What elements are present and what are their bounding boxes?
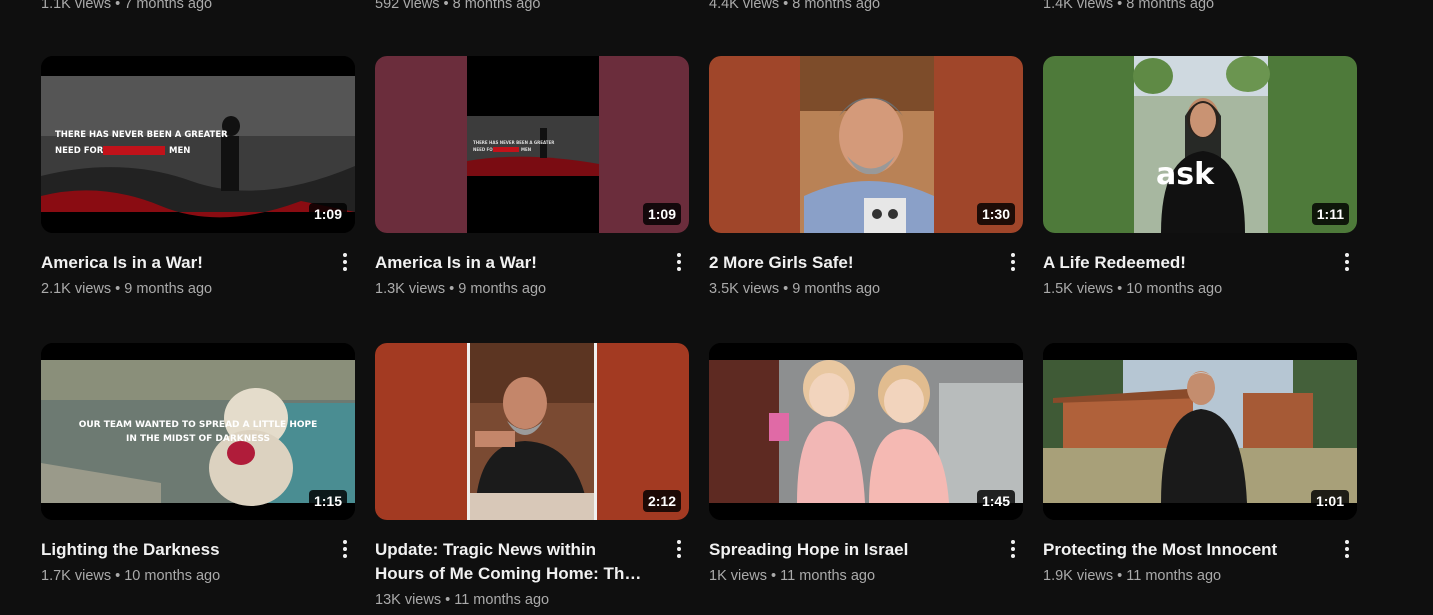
video-thumbnail[interactable]: THERE HAS NEVER BEEN A GREATER NEED FOR …: [375, 56, 689, 233]
video-meta: 1.4K views • 8 months ago: [1043, 0, 1215, 12]
video-card[interactable]: THERE HAS NEVER BEEN A GREATER NEED FOR …: [375, 56, 691, 297]
video-title[interactable]: America Is in a War!: [375, 251, 645, 275]
thumbnail-caption: MEN: [521, 147, 531, 152]
thumbnail-image: THERE HAS NEVER BEEN A GREATER NEED FOR …: [41, 56, 355, 233]
video-title[interactable]: Protecting the Most Innocent: [1043, 538, 1313, 562]
video-meta: 1K views • 11 months ago: [709, 568, 876, 584]
more-vert-icon[interactable]: [333, 250, 357, 274]
video-thumbnail[interactable]: THERE HAS NEVER BEEN A GREATER NEED FOR …: [41, 56, 355, 233]
thumbnail-caption: MEN: [169, 146, 190, 156]
thumbnail-image: ask: [1043, 56, 1357, 233]
duration-badge: 1:30: [976, 203, 1015, 225]
thumbnail-image: [375, 343, 689, 520]
video-meta: 1.5K views • 10 months ago: [1043, 281, 1223, 297]
thumbnail-caption: IN THE MIDST OF DARKNESS: [126, 434, 270, 444]
duration-badge: 2:12: [642, 490, 681, 512]
video-grid-page: 1.1K views • 7 months ago 592 views • 8 …: [0, 0, 1433, 615]
video-card[interactable]: ask 1:11 A Life Redeemed! 1.5K views • 1…: [1043, 56, 1359, 297]
video-title[interactable]: A Life Redeemed!: [1043, 251, 1313, 275]
video-meta: 2.1K views • 9 months ago: [41, 281, 213, 297]
thumbnail-image: [709, 343, 1023, 520]
thumbnail-caption: NEED FOR: [55, 146, 104, 156]
video-meta: 1.9K views • 11 months ago: [1043, 568, 1222, 584]
video-title[interactable]: Spreading Hope in Israel: [709, 538, 979, 562]
video-card[interactable]: 1:45 Spreading Hope in Israel 1K views •…: [709, 343, 1025, 584]
video-card[interactable]: OUR TEAM WANTED TO SPREAD A LITTLE HOPE …: [41, 343, 357, 584]
more-vert-icon[interactable]: [667, 250, 691, 274]
video-meta: 1.3K views • 9 months ago: [375, 281, 547, 297]
video-meta: 13K views • 11 months ago: [375, 592, 550, 608]
video-card[interactable]: 2:12 Update: Tragic News within Hours of…: [375, 343, 691, 608]
video-meta: 4.4K views • 8 months ago: [709, 0, 881, 12]
more-vert-icon[interactable]: [1335, 250, 1359, 274]
thumbnail-caption: ask: [1156, 157, 1215, 192]
video-thumbnail[interactable]: ask 1:11: [1043, 56, 1357, 233]
more-vert-icon[interactable]: [667, 537, 691, 561]
video-title[interactable]: 2 More Girls Safe!: [709, 251, 979, 275]
duration-badge: 1:01: [1310, 490, 1349, 512]
thumbnail-caption: OUR TEAM WANTED TO SPREAD A LITTLE HOPE: [79, 420, 318, 430]
more-vert-icon[interactable]: [1335, 537, 1359, 561]
thumbnail-image: [1043, 343, 1357, 520]
video-thumbnail[interactable]: 1:30: [709, 56, 1023, 233]
more-vert-icon[interactable]: [1001, 537, 1025, 561]
video-thumbnail[interactable]: 2:12: [375, 343, 689, 520]
thumbnail-caption: THERE HAS NEVER BEEN A GREATER: [55, 130, 228, 140]
duration-badge: 1:09: [308, 203, 347, 225]
duration-badge: 1:11: [1311, 203, 1349, 225]
thumbnail-image: OUR TEAM WANTED TO SPREAD A LITTLE HOPE …: [41, 343, 355, 520]
video-meta: 3.5K views • 9 months ago: [709, 281, 881, 297]
video-title[interactable]: America Is in a War!: [41, 251, 311, 275]
duration-badge: 1:15: [308, 490, 347, 512]
video-thumbnail[interactable]: 1:45: [709, 343, 1023, 520]
duration-badge: 1:45: [976, 490, 1015, 512]
more-vert-icon[interactable]: [333, 537, 357, 561]
duration-badge: 1:09: [642, 203, 681, 225]
thumbnail-caption: NEED FOR: [473, 147, 496, 152]
more-vert-icon[interactable]: [1001, 250, 1025, 274]
thumbnail-image: [709, 56, 1023, 233]
video-card[interactable]: 1:01 Protecting the Most Innocent 1.9K v…: [1043, 343, 1359, 584]
thumbnail-caption: THERE HAS NEVER BEEN A GREATER: [473, 140, 554, 145]
video-thumbnail[interactable]: 1:01: [1043, 343, 1357, 520]
video-title[interactable]: Update: Tragic News within Hours of Me C…: [375, 538, 645, 586]
video-thumbnail[interactable]: OUR TEAM WANTED TO SPREAD A LITTLE HOPE …: [41, 343, 355, 520]
video-meta: 1.7K views • 10 months ago: [41, 568, 221, 584]
video-meta: 592 views • 8 months ago: [375, 0, 541, 12]
video-meta: 1.1K views • 7 months ago: [41, 0, 213, 12]
video-title[interactable]: Lighting the Darkness: [41, 538, 311, 562]
thumbnail-image: THERE HAS NEVER BEEN A GREATER NEED FOR …: [375, 56, 689, 233]
video-card[interactable]: 1:30 2 More Girls Safe! 3.5K views • 9 m…: [709, 56, 1025, 297]
video-card[interactable]: THERE HAS NEVER BEEN A GREATER NEED FOR …: [41, 56, 357, 297]
